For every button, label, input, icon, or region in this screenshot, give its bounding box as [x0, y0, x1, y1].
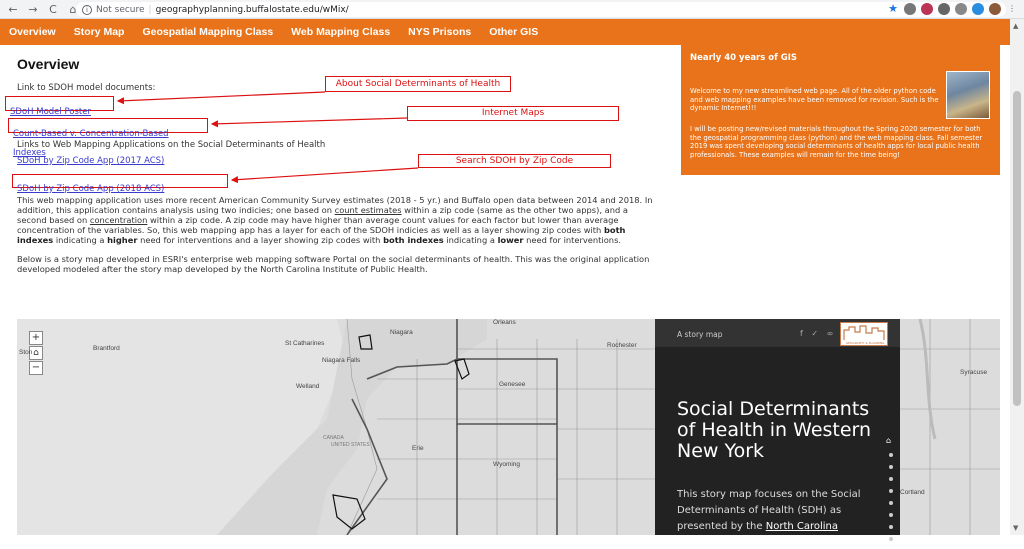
map-label: Wyoming [493, 461, 521, 468]
share-icons[interactable]: f ✓ ∞ [800, 329, 836, 338]
map-label: CANADA [323, 435, 344, 441]
extension-icon[interactable] [921, 3, 933, 15]
map-label: Genesee [499, 381, 526, 388]
scroll-up-icon[interactable]: ▲ [1013, 22, 1018, 30]
map-label: UNITED STATES [331, 442, 370, 448]
zoom-out-button[interactable]: − [29, 361, 43, 375]
map-label: Erie [412, 445, 424, 452]
story-map-description: This story map focuses on the Social Det… [677, 489, 861, 532]
nav-dot[interactable] [889, 513, 893, 517]
map-label: Ston [19, 349, 33, 356]
extension-icon[interactable] [938, 3, 950, 15]
map-label: Welland [296, 383, 320, 390]
bookmark-star-icon[interactable]: ★ [887, 3, 899, 15]
story-map-label: A story map [677, 330, 723, 339]
author-photo [946, 71, 990, 119]
map-label: Niagara [390, 329, 413, 336]
story-map-title: Social Determinants of Health in Western… [677, 398, 872, 462]
north-carolina-link[interactable]: North Carolina [766, 521, 838, 532]
story-map-basemap-east[interactable]: Syracuse Cortland [900, 319, 1000, 535]
story-map-basemap[interactable]: + ⌂ − Ston Brantford St Catharines Niaga… [17, 319, 655, 535]
avatar[interactable] [989, 3, 1001, 15]
logo-text: GEOGRAPHY & PLANNING [845, 341, 885, 345]
extension-icon[interactable] [904, 3, 916, 15]
description-paragraph: This web mapping application uses more r… [17, 195, 653, 245]
extension-icon[interactable] [955, 3, 967, 15]
map-label: Niagara Falls [322, 357, 361, 364]
callout-arrows [116, 91, 419, 184]
nav-dot[interactable] [889, 501, 893, 505]
map-label: Syracuse [960, 369, 988, 376]
extension-icons: ★ ⋮ [887, 3, 1018, 15]
map-label: Rochester [607, 342, 637, 349]
map-label: St Catharines [285, 340, 325, 347]
home-icon[interactable]: ⌂ [886, 436, 891, 445]
gis-panel-welcome: Welcome to my new streamlined web page. … [690, 87, 939, 112]
story-map-paragraph: Below is a story map developed in ESRI's… [17, 254, 650, 274]
menu-icon[interactable]: ⋮ [1006, 3, 1018, 15]
map-label: Cortland [900, 489, 925, 496]
nav-dot[interactable] [889, 525, 893, 529]
map-label: Orleans [493, 319, 516, 326]
nav-dot[interactable] [889, 489, 893, 493]
zoom-in-button[interactable]: + [29, 331, 43, 345]
page-scrollbar[interactable]: ▲ ▼ [1010, 19, 1024, 535]
gis-info-panel: Nearly 40 years of GIS Welcome to my new… [681, 45, 1000, 175]
story-map-panel: A story map f ✓ ∞ GEOGRAPHY & PLANNING S… [655, 319, 900, 541]
scrollbar-thumb[interactable] [1013, 91, 1021, 406]
gis-panel-update: I will be posting new/revised materials … [690, 125, 983, 159]
gis-panel-title: Nearly 40 years of GIS [690, 53, 798, 63]
nav-dot[interactable] [889, 477, 893, 481]
nav-dot[interactable] [889, 465, 893, 469]
map-label: Brantford [93, 345, 120, 352]
nav-dot[interactable] [889, 537, 893, 541]
extension-icon[interactable] [972, 3, 984, 15]
nav-dot[interactable] [889, 453, 893, 457]
geography-planning-logo: GEOGRAPHY & PLANNING [840, 322, 888, 346]
scroll-down-icon[interactable]: ▼ [1013, 524, 1018, 532]
